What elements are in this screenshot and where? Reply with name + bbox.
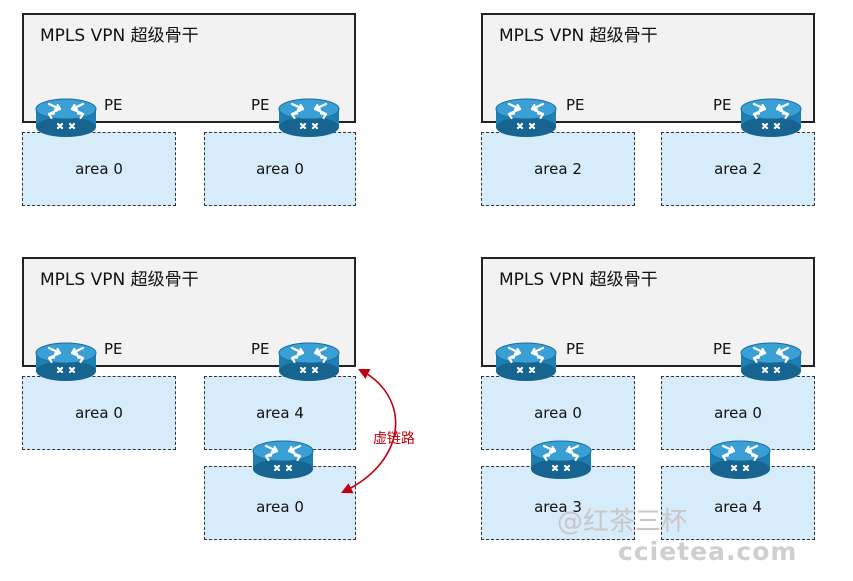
pe-label: PE	[566, 340, 585, 358]
router-icon	[33, 95, 99, 139]
pe-label: PE	[713, 340, 732, 358]
pe-label: PE	[251, 96, 270, 114]
pe-label: PE	[251, 340, 270, 358]
router-icon	[707, 437, 773, 481]
area-box: area 2	[481, 132, 635, 206]
pe-label: PE	[713, 96, 732, 114]
virtual-link-label: 虚链路	[373, 431, 415, 447]
area-box: area 0	[204, 132, 356, 206]
watermark-url: ccietea.com	[618, 537, 798, 566]
pe-label: PE	[104, 96, 123, 114]
pe-label: PE	[566, 96, 585, 114]
backbone-title: MPLS VPN 超级骨干	[499, 270, 658, 290]
area-box: area 2	[661, 132, 815, 206]
backbone-title: MPLS VPN 超级骨干	[40, 26, 199, 46]
area-box: area 0	[22, 376, 176, 450]
router-icon	[276, 95, 342, 139]
router-icon	[276, 339, 342, 383]
router-icon	[528, 437, 594, 481]
router-icon	[493, 95, 559, 139]
pe-label: PE	[104, 340, 123, 358]
router-icon	[738, 339, 804, 383]
backbone-title: MPLS VPN 超级骨干	[499, 26, 658, 46]
router-icon	[33, 339, 99, 383]
area-box: area 0	[22, 132, 176, 206]
router-icon	[250, 437, 316, 481]
router-icon	[738, 95, 804, 139]
watermark-text: @红茶三杯	[557, 507, 688, 537]
backbone-title: MPLS VPN 超级骨干	[40, 270, 199, 290]
router-icon	[493, 339, 559, 383]
